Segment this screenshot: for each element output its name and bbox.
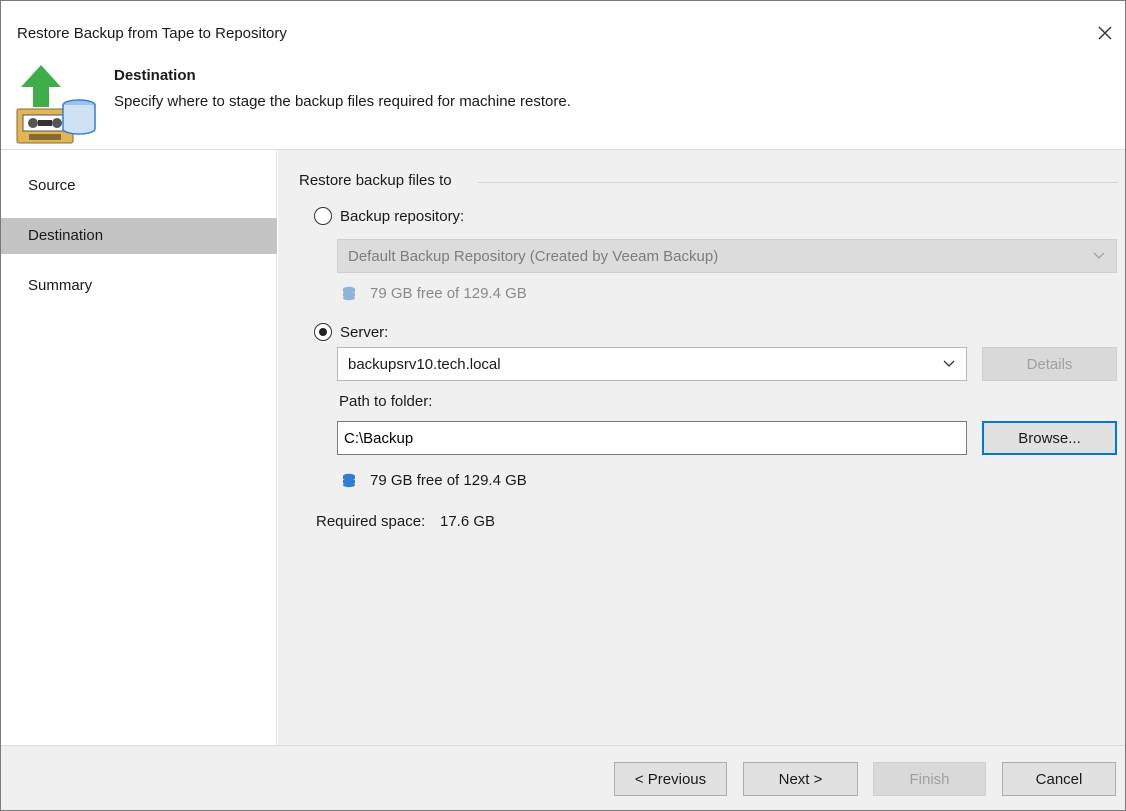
repository-select-value: Default Backup Repository (Created by Ve… xyxy=(348,247,719,265)
radio-button-checked[interactable] xyxy=(314,323,332,341)
chevron-down-icon xyxy=(943,360,955,367)
backup-repository-label: Backup repository: xyxy=(340,207,465,225)
repository-select[interactable]: Default Backup Repository (Created by Ve… xyxy=(337,239,1117,273)
database-icon xyxy=(343,473,355,487)
server-select-value: backupsrv10.tech.local xyxy=(348,355,501,373)
chevron-down-icon xyxy=(1093,252,1105,259)
path-input[interactable] xyxy=(337,421,967,455)
server-free-space: 79 GB free of 129.4 GB xyxy=(342,472,527,489)
server-free-space-text: 79 GB free of 129.4 GB xyxy=(370,472,527,489)
backup-repository-radio[interactable]: Backup repository: xyxy=(314,204,464,228)
close-icon[interactable] xyxy=(1091,19,1119,47)
finish-button[interactable]: Finish xyxy=(873,762,986,796)
cancel-button[interactable]: Cancel xyxy=(1002,762,1116,796)
step-title: Destination xyxy=(114,67,196,84)
sidebar-item-summary[interactable]: Summary xyxy=(1,268,277,304)
group-divider xyxy=(478,182,1118,183)
wizard-window: Restore Backup from Tape to Repository D… xyxy=(0,0,1126,811)
server-radio[interactable]: Server: xyxy=(314,320,388,344)
restore-group-label: Restore backup files to xyxy=(299,172,460,189)
server-select[interactable]: backupsrv10.tech.local xyxy=(337,347,967,381)
repository-free-space-text: 79 GB free of 129.4 GB xyxy=(370,285,527,302)
wizard-steps-sidebar: Source Destination Summary xyxy=(1,150,277,745)
browse-button[interactable]: Browse... xyxy=(982,421,1117,455)
required-space-label: Required space: xyxy=(316,513,426,530)
wizard-header: Destination Specify where to stage the b… xyxy=(1,61,1125,149)
radio-button[interactable] xyxy=(314,207,332,225)
database-icon xyxy=(343,286,355,300)
path-label: Path to folder: xyxy=(339,393,433,410)
repository-free-space: 79 GB free of 129.4 GB xyxy=(342,285,527,302)
next-button[interactable]: Next > xyxy=(743,762,858,796)
wizard-footer: < Previous Next > Finish Cancel xyxy=(1,745,1125,810)
previous-button[interactable]: < Previous xyxy=(614,762,727,796)
server-label: Server: xyxy=(340,323,389,341)
step-description: Specify where to stage the backup files … xyxy=(114,93,571,110)
destination-panel: Restore backup files to Backup repositor… xyxy=(278,150,1125,745)
title-bar: Restore Backup from Tape to Repository xyxy=(1,1,1125,61)
sidebar-item-source[interactable]: Source xyxy=(1,168,277,204)
window-title: Restore Backup from Tape to Repository xyxy=(17,25,287,42)
details-button[interactable]: Details xyxy=(982,347,1117,381)
tape-restore-icon xyxy=(15,63,99,147)
sidebar-item-destination[interactable]: Destination xyxy=(1,218,277,254)
required-space-value: 17.6 GB xyxy=(440,513,496,530)
